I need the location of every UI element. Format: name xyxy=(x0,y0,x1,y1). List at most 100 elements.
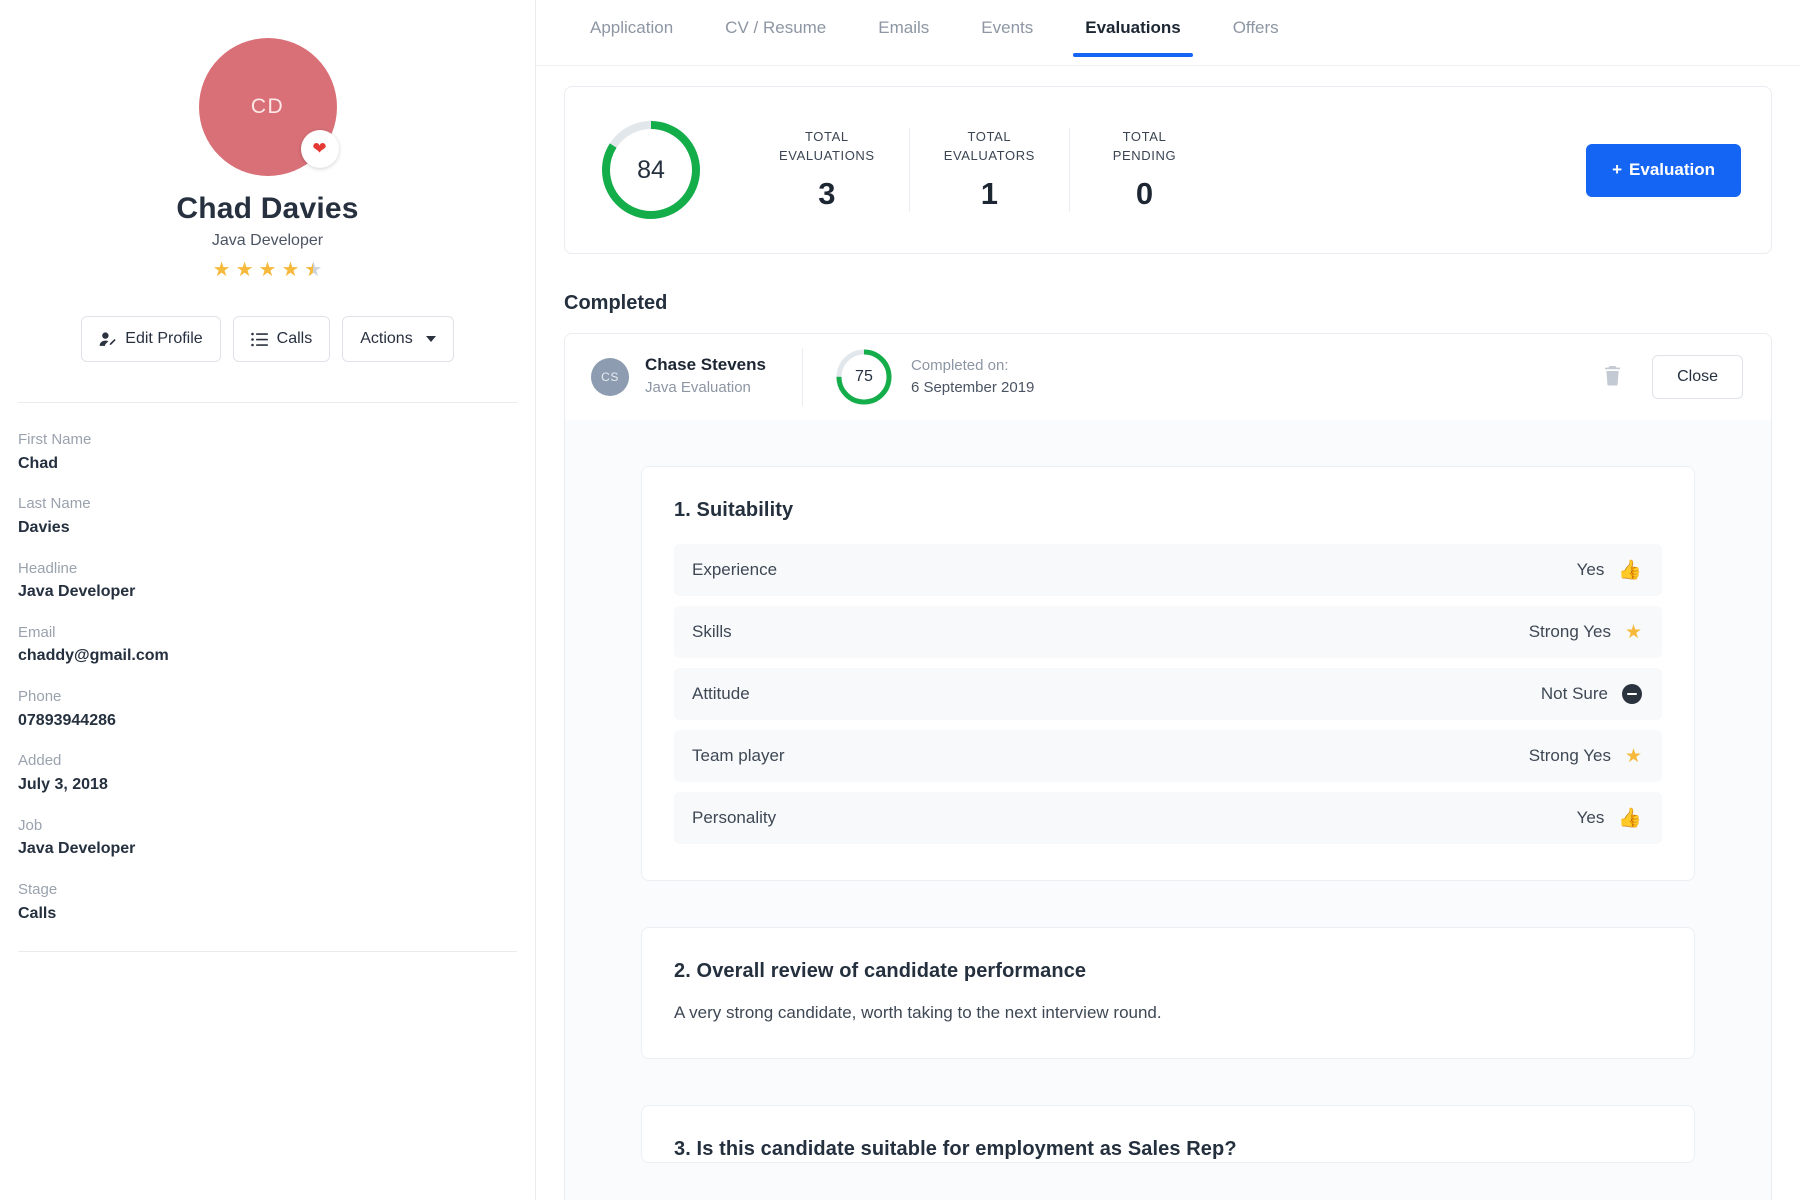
question-answer: A very strong candidate, worth taking to… xyxy=(674,999,1662,1026)
field-value: Calls xyxy=(18,902,517,927)
field-email: Email chaddy@gmail.com xyxy=(18,622,517,669)
tab-evaluations[interactable]: Evaluations xyxy=(1059,18,1206,56)
profile-header: CD ❤ Chad Davies Java Developer ★ ★ ★ ★ … xyxy=(18,36,517,280)
close-evaluation-button[interactable]: Close xyxy=(1652,355,1743,399)
stat-label-line1: TOTAL xyxy=(1123,129,1167,144)
star-icon: ★ xyxy=(259,260,277,280)
star-icon: ★ xyxy=(281,260,299,280)
stat-value: 3 xyxy=(818,176,835,212)
field-value: 07893944286 xyxy=(18,709,517,734)
field-value: chaddy@gmail.com xyxy=(18,644,517,669)
field-value: July 3, 2018 xyxy=(18,773,517,798)
stat-value: 0 xyxy=(1136,176,1153,212)
tab-events[interactable]: Events xyxy=(955,18,1059,56)
field-label: First Name xyxy=(18,429,517,452)
stat-total-evaluations: TOTAL EVALUATIONS 3 xyxy=(745,128,909,212)
completed-on: Completed on: 6 September 2019 xyxy=(911,355,1034,400)
thumbs-up-icon: 👍 xyxy=(1618,558,1642,582)
actions-label: Actions xyxy=(360,330,412,348)
stat-label-line1: TOTAL xyxy=(967,129,1011,144)
chevron-down-icon xyxy=(426,336,436,342)
delete-evaluation-button[interactable] xyxy=(1597,359,1628,395)
field-phone: Phone 07893944286 xyxy=(18,686,517,733)
evaluation-body: 1. Suitability Experience Yes 👍 Skills S… xyxy=(565,420,1771,1200)
divider xyxy=(18,951,517,952)
main-panel: Application CV / Resume Emails Events Ev… xyxy=(536,0,1800,1200)
thumbs-up-icon: 👍 xyxy=(1618,806,1642,830)
divider xyxy=(802,348,803,406)
user-edit-icon xyxy=(99,331,116,348)
tab-bar: Application CV / Resume Emails Events Ev… xyxy=(536,0,1800,66)
actions-button[interactable]: Actions xyxy=(342,316,453,362)
avatar: CD ❤ xyxy=(199,38,337,176)
field-value: Chad xyxy=(18,452,517,477)
field-label: Stage xyxy=(18,879,517,902)
star-icon: ★ xyxy=(236,260,254,280)
tab-emails[interactable]: Emails xyxy=(852,18,955,56)
field-value: Davies xyxy=(18,516,517,541)
stat-label-line2: EVALUATIONS xyxy=(779,148,875,163)
field-value: Java Developer xyxy=(18,580,517,605)
tab-offers[interactable]: Offers xyxy=(1207,18,1305,56)
question-title: 2. Overall review of candidate performan… xyxy=(674,960,1662,983)
rating-name: Experience xyxy=(692,560,777,580)
field-value: Java Developer xyxy=(18,837,517,862)
add-evaluation-button[interactable]: + Evaluation xyxy=(1586,144,1741,197)
rating-name: Team player xyxy=(692,746,785,766)
field-last-name: Last Name Davies xyxy=(18,493,517,540)
evaluation-card-header: CS Chase Stevens Java Evaluation 75 xyxy=(565,334,1771,420)
rating-row-skills: Skills Strong Yes ★ xyxy=(674,606,1662,658)
star-icon: ★ xyxy=(213,260,231,280)
completed-on-date: 6 September 2019 xyxy=(911,377,1034,400)
edit-profile-button[interactable]: Edit Profile xyxy=(81,316,220,362)
overall-score-value: 84 xyxy=(599,118,703,222)
question-suitability: 1. Suitability Experience Yes 👍 Skills S… xyxy=(641,466,1695,881)
rating-stars[interactable]: ★ ★ ★ ★ ★★ xyxy=(213,260,323,280)
field-label: Last Name xyxy=(18,493,517,516)
rating-value: Strong Yes xyxy=(1529,622,1611,642)
stat-label-line1: TOTAL xyxy=(805,129,849,144)
stat-label-line2: EVALUATORS xyxy=(944,148,1035,163)
star-icon: ★ xyxy=(1625,745,1642,768)
question-title: 1. Suitability xyxy=(674,499,1662,522)
field-label: Phone xyxy=(18,686,517,709)
profile-fields: First Name Chad Last Name Davies Headlin… xyxy=(18,403,517,952)
field-label: Email xyxy=(18,622,517,645)
list-icon xyxy=(251,332,268,347)
tab-cv-resume[interactable]: CV / Resume xyxy=(699,18,852,56)
profile-role: Java Developer xyxy=(212,232,323,250)
heart-icon[interactable]: ❤ xyxy=(301,130,339,168)
minus-circle-icon xyxy=(1622,684,1642,704)
calls-button[interactable]: Calls xyxy=(233,316,331,362)
rating-value: Not Sure xyxy=(1541,684,1608,704)
field-label: Added xyxy=(18,750,517,773)
plus-icon: + xyxy=(1612,160,1622,180)
rating-row-team-player: Team player Strong Yes ★ xyxy=(674,730,1662,782)
stat-label: TOTAL PENDING xyxy=(1113,128,1176,166)
question-overall-review: 2. Overall review of candidate performan… xyxy=(641,927,1695,1059)
completed-on-label: Completed on: xyxy=(911,357,1009,374)
candidate-sidebar: CD ❤ Chad Davies Java Developer ★ ★ ★ ★ … xyxy=(0,0,536,1200)
rating-value: Yes xyxy=(1577,808,1605,828)
completed-heading: Completed xyxy=(564,292,1772,315)
edit-profile-label: Edit Profile xyxy=(125,330,202,348)
field-label: Job xyxy=(18,815,517,838)
rating-name: Skills xyxy=(692,622,732,642)
rating-name: Personality xyxy=(692,808,776,828)
page-title: Chad Davies xyxy=(176,192,358,226)
field-headline: Headline Java Developer xyxy=(18,558,517,605)
stat-value: 1 xyxy=(981,176,998,212)
question-title: 3. Is this candidate suitable for employ… xyxy=(674,1138,1662,1161)
evaluator-avatar: CS xyxy=(591,358,629,396)
field-job: Job Java Developer xyxy=(18,815,517,862)
field-first-name: First Name Chad xyxy=(18,429,517,476)
profile-actions: Edit Profile Calls Actions xyxy=(18,316,517,362)
evaluation-score-value: 75 xyxy=(835,348,893,406)
stat-label: TOTAL EVALUATIONS xyxy=(779,128,875,166)
field-added: Added July 3, 2018 xyxy=(18,750,517,797)
stat-label: TOTAL EVALUATORS xyxy=(944,128,1035,166)
question-suitable-for-employment: 3. Is this candidate suitable for employ… xyxy=(641,1105,1695,1163)
tab-application[interactable]: Application xyxy=(564,18,699,56)
trash-icon xyxy=(1603,365,1622,389)
stat-label-line2: PENDING xyxy=(1113,148,1176,163)
